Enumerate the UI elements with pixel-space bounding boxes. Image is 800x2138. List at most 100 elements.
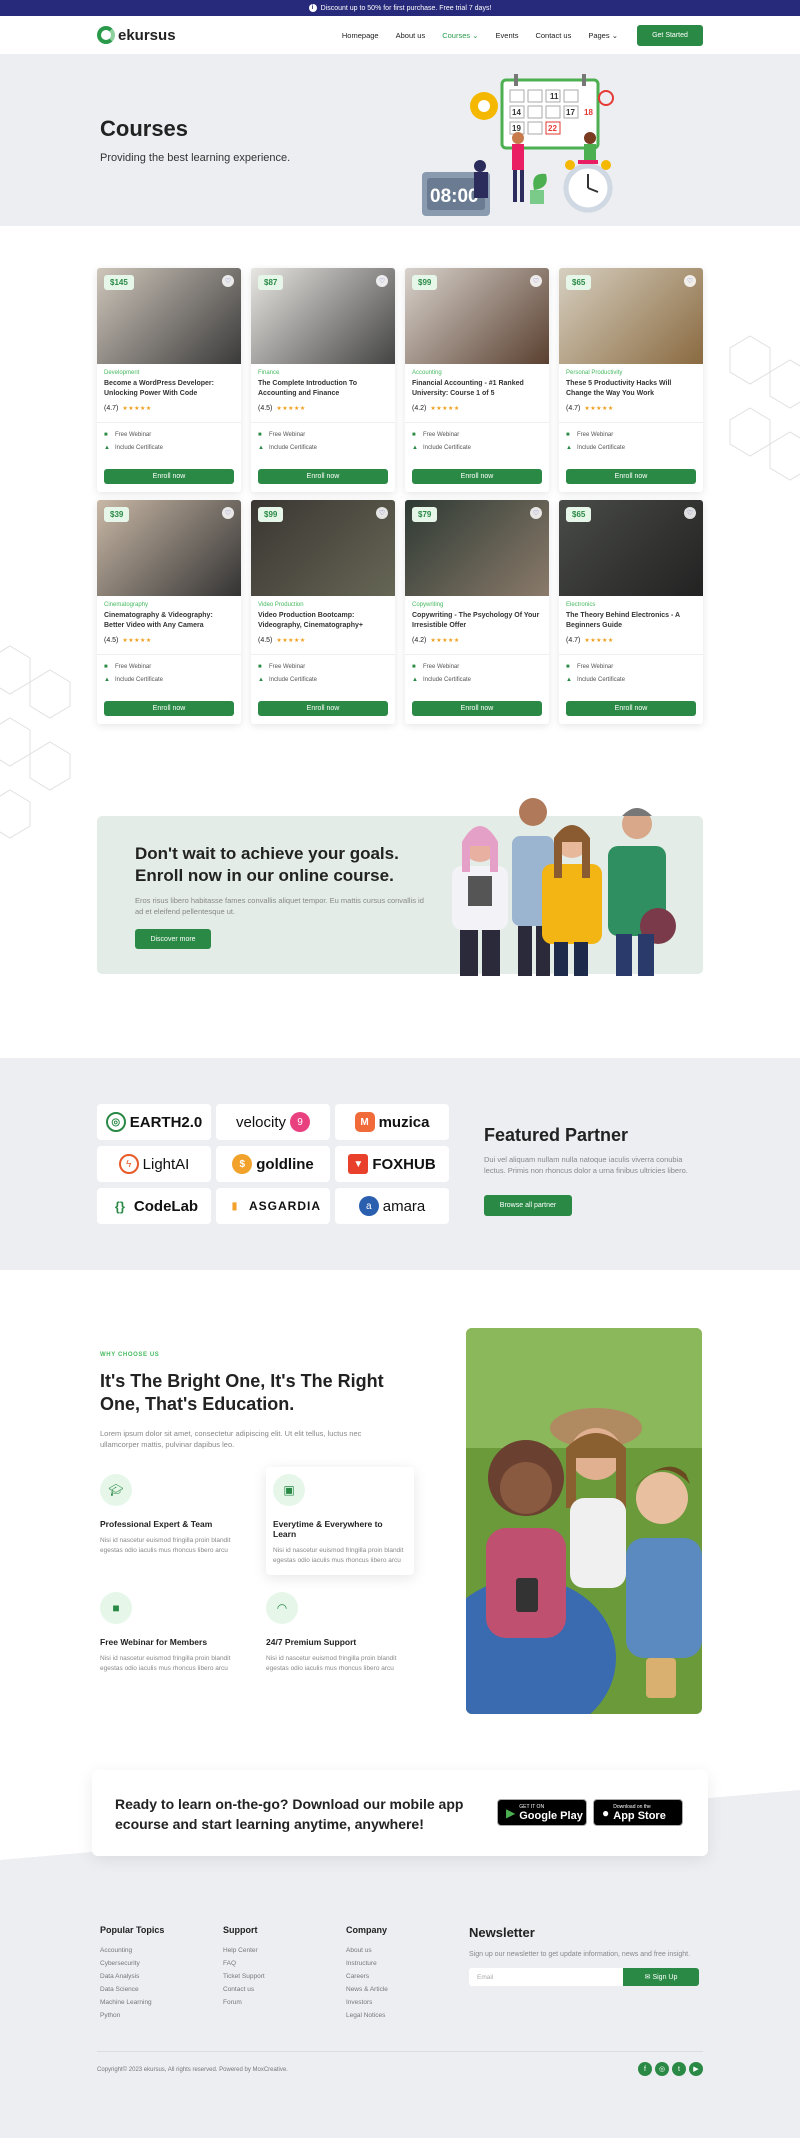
course-title[interactable]: The Complete Introduction To Accounting … bbox=[258, 379, 388, 399]
instagram-icon[interactable]: ◎ bbox=[655, 2062, 669, 2076]
partner-logo[interactable]: velocity 9 bbox=[216, 1104, 330, 1140]
copyright: Copyright© 2023 ekursus, All rights rese… bbox=[97, 2067, 288, 2073]
course-thumbnail[interactable]: $39 ♡ bbox=[97, 500, 241, 596]
heart-icon[interactable]: ♡ bbox=[222, 507, 234, 519]
course-title[interactable]: Video Production Bootcamp: Videography, … bbox=[258, 611, 388, 631]
footer-link[interactable]: News & Article bbox=[346, 1986, 388, 1999]
course-card[interactable]: $145 ♡ Development Become a WordPress De… bbox=[97, 268, 241, 492]
heart-icon[interactable]: ♡ bbox=[376, 275, 388, 287]
course-card[interactable]: $39 ♡ Cinematography Cinematography & Vi… bbox=[97, 500, 241, 724]
heart-icon[interactable]: ♡ bbox=[376, 507, 388, 519]
app-store-button[interactable]: ● Download on the App Store bbox=[593, 1799, 683, 1826]
video-icon: ■ bbox=[104, 431, 108, 438]
heart-icon[interactable]: ♡ bbox=[684, 507, 696, 519]
footer-link[interactable]: Data Analysis bbox=[100, 1973, 164, 1986]
certificate-feature: ▲ Include Certificate bbox=[258, 442, 388, 453]
sign-up-button[interactable]: ✉ Sign Up bbox=[623, 1968, 699, 1986]
course-title[interactable]: These 5 Productivity Hacks Will Change t… bbox=[566, 379, 696, 399]
course-thumbnail[interactable]: $79 ♡ bbox=[405, 500, 549, 596]
enroll-button[interactable]: Enroll now bbox=[412, 701, 542, 716]
heart-icon[interactable]: ♡ bbox=[530, 507, 542, 519]
footer-link[interactable]: Accounting bbox=[100, 1947, 164, 1960]
course-card[interactable]: $99 ♡ Video Production Video Production … bbox=[251, 500, 395, 724]
rating-value: (4.7) bbox=[566, 637, 581, 644]
partner-logo[interactable]: a amara bbox=[335, 1188, 449, 1224]
discover-more-button[interactable]: Discover more bbox=[135, 929, 211, 949]
course-thumbnail[interactable]: $99 ♡ bbox=[251, 500, 395, 596]
partner-logo[interactable]: ▮ ASGARDIA bbox=[216, 1188, 330, 1224]
course-thumbnail[interactable]: $145 ♡ bbox=[97, 268, 241, 364]
footer-link[interactable]: Machine Learning bbox=[100, 1999, 164, 2012]
course-title[interactable]: Financial Accounting - #1 Ranked Univers… bbox=[412, 379, 542, 399]
course-category[interactable]: Development bbox=[104, 370, 234, 376]
course-card[interactable]: $65 ♡ Electronics The Theory Behind Elec… bbox=[559, 500, 703, 724]
google-play-button[interactable]: ▶ GET IT ON Google Play bbox=[497, 1799, 587, 1826]
nav-events[interactable]: Events bbox=[496, 31, 519, 40]
nav-pages[interactable]: Pages ⌄ bbox=[588, 31, 618, 40]
twitter-icon[interactable]: t bbox=[672, 2062, 686, 2076]
footer-link[interactable]: Help Center bbox=[223, 1947, 265, 1960]
course-title[interactable]: Copywriting - The Psychology Of Your Irr… bbox=[412, 611, 542, 631]
page-subtitle: Providing the best learning experience. bbox=[100, 152, 291, 164]
partner-logo[interactable]: ϟ LightAI bbox=[97, 1146, 211, 1182]
nav-contact[interactable]: Contact us bbox=[535, 31, 571, 40]
enroll-button[interactable]: Enroll now bbox=[566, 701, 696, 716]
logo[interactable]: ekursus bbox=[97, 26, 176, 44]
footer-link[interactable]: Forum bbox=[223, 1999, 265, 2012]
course-category[interactable]: Accounting bbox=[412, 370, 542, 376]
course-thumbnail[interactable]: $65 ♡ bbox=[559, 268, 703, 364]
browse-partners-button[interactable]: Browse all partner bbox=[484, 1195, 572, 1216]
price-badge: $145 bbox=[104, 275, 134, 290]
partner-logo[interactable]: ◎ EARTH2.0 bbox=[97, 1104, 211, 1140]
course-title[interactable]: Cinematography & Videography: Better Vid… bbox=[104, 611, 234, 631]
certificate-feature: ▲ Include Certificate bbox=[258, 674, 388, 685]
get-started-button[interactable]: Get Started bbox=[637, 24, 703, 46]
nav-courses[interactable]: Courses ⌄ bbox=[442, 31, 478, 40]
course-card[interactable]: $65 ♡ Personal Productivity These 5 Prod… bbox=[559, 268, 703, 492]
course-title[interactable]: Become a WordPress Developer: Unlocking … bbox=[104, 379, 234, 399]
enroll-button[interactable]: Enroll now bbox=[104, 701, 234, 716]
partner-logo[interactable]: ▼ FOXHUB bbox=[335, 1146, 449, 1182]
heart-icon[interactable]: ♡ bbox=[222, 275, 234, 287]
email-field[interactable]: Email bbox=[469, 1968, 623, 1986]
footer-link[interactable]: Investors bbox=[346, 1999, 388, 2012]
course-thumbnail[interactable]: $87 ♡ bbox=[251, 268, 395, 364]
course-title[interactable]: The Theory Behind Electronics - A Beginn… bbox=[566, 611, 696, 631]
enroll-button[interactable]: Enroll now bbox=[258, 469, 388, 484]
course-category[interactable]: Video Production bbox=[258, 602, 388, 608]
youtube-icon[interactable]: ▶ bbox=[689, 2062, 703, 2076]
course-category[interactable]: Cinematography bbox=[104, 602, 234, 608]
course-card[interactable]: $99 ♡ Accounting Financial Accounting - … bbox=[405, 268, 549, 492]
course-category[interactable]: Finance bbox=[258, 370, 388, 376]
enroll-button[interactable]: Enroll now bbox=[412, 469, 542, 484]
footer-link[interactable]: Cybersecurity bbox=[100, 1960, 164, 1973]
heart-icon[interactable]: ♡ bbox=[684, 275, 696, 287]
heart-icon[interactable]: ♡ bbox=[530, 275, 542, 287]
course-card[interactable]: $87 ♡ Finance The Complete Introduction … bbox=[251, 268, 395, 492]
course-category[interactable]: Copywriting bbox=[412, 602, 542, 608]
course-thumbnail[interactable]: $99 ♡ bbox=[405, 268, 549, 364]
nav-about[interactable]: About us bbox=[396, 31, 426, 40]
facebook-icon[interactable]: f bbox=[638, 2062, 652, 2076]
partner-logo[interactable]: {} CodeLab bbox=[97, 1188, 211, 1224]
headset-icon: ◠ bbox=[266, 1592, 298, 1624]
partner-logo[interactable]: $ goldline bbox=[216, 1146, 330, 1182]
footer-link[interactable]: Careers bbox=[346, 1973, 388, 1986]
footer-link[interactable]: FAQ bbox=[223, 1960, 265, 1973]
footer-link[interactable]: Ticket Support bbox=[223, 1973, 265, 1986]
enroll-button[interactable]: Enroll now bbox=[104, 469, 234, 484]
footer-link[interactable]: Data Science bbox=[100, 1986, 164, 1999]
footer-link[interactable]: Instructure bbox=[346, 1960, 388, 1973]
enroll-button[interactable]: Enroll now bbox=[258, 701, 388, 716]
course-card[interactable]: $79 ♡ Copywriting Copywriting - The Psyc… bbox=[405, 500, 549, 724]
footer-link[interactable]: About us bbox=[346, 1947, 388, 1960]
course-category[interactable]: Personal Productivity bbox=[566, 370, 696, 376]
footer-link[interactable]: Contact us bbox=[223, 1986, 265, 1999]
footer-link[interactable]: Python bbox=[100, 2012, 164, 2025]
enroll-button[interactable]: Enroll now bbox=[566, 469, 696, 484]
course-category[interactable]: Electronics bbox=[566, 602, 696, 608]
partner-logo[interactable]: Mmuzica bbox=[335, 1104, 449, 1140]
footer-link[interactable]: Legal Notices bbox=[346, 2012, 388, 2025]
nav-homepage[interactable]: Homepage bbox=[342, 31, 379, 40]
course-thumbnail[interactable]: $65 ♡ bbox=[559, 500, 703, 596]
